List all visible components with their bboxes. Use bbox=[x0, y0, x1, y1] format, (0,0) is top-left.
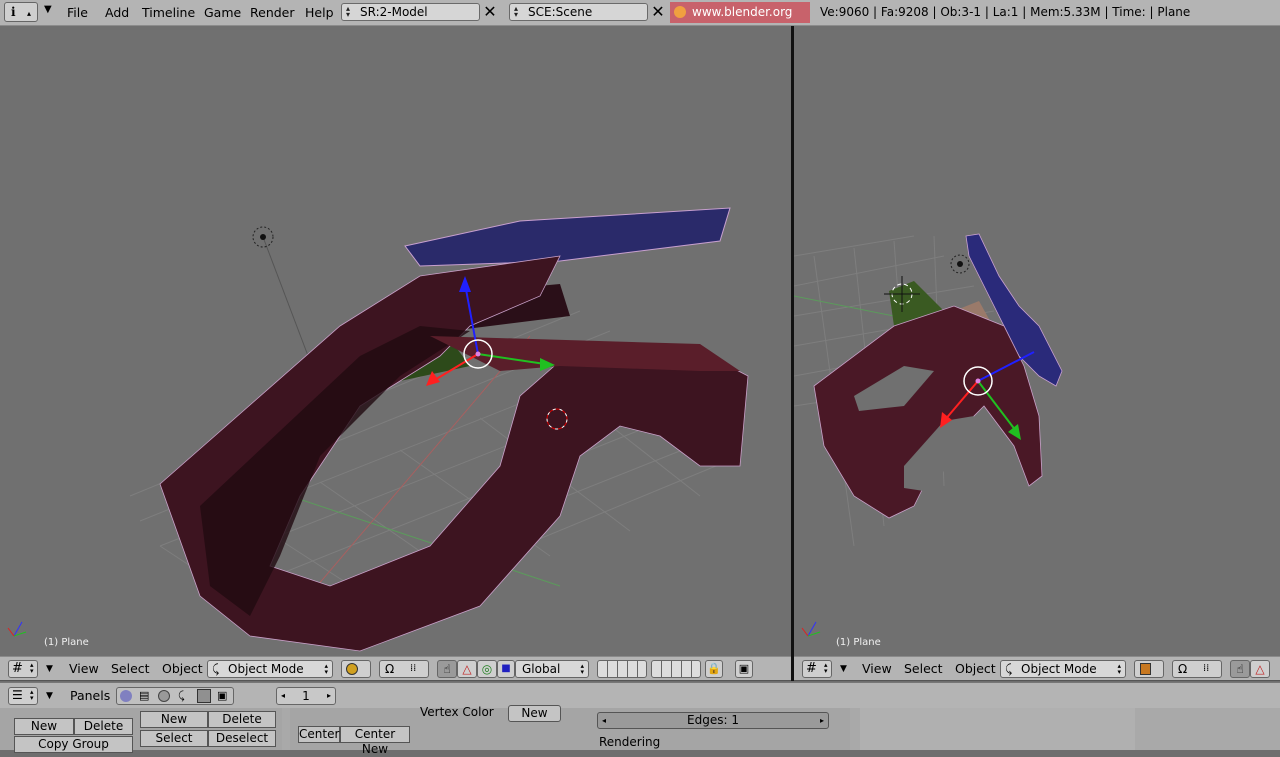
menu-view[interactable]: View bbox=[69, 657, 99, 681]
viewport-left-header: # ▴ ▾ ▼ View Select Object ⤹ Object Mode ▴… bbox=[0, 656, 791, 681]
blender-logo-icon bbox=[674, 6, 686, 18]
edges-field[interactable]: ◂ Edges: 1 ▸ bbox=[597, 712, 829, 729]
manipulator-toggle-hand-icon[interactable]: ☝ bbox=[437, 660, 457, 678]
object-mode-icon: ⤹ bbox=[212, 662, 220, 676]
editor-type-3d-view-icon[interactable]: # ▴ ▾ bbox=[8, 660, 38, 678]
select-button[interactable]: Select bbox=[140, 730, 208, 747]
menu-object[interactable]: Object bbox=[955, 657, 996, 681]
collapse-header-icon[interactable]: ▼ bbox=[46, 657, 53, 681]
pivot-icon: ⁞⁞ bbox=[410, 663, 417, 674]
viewport-left-scene bbox=[7, 207, 749, 652]
viewport-right-object-label: (1) Plane bbox=[836, 637, 881, 648]
menu-view[interactable]: View bbox=[862, 657, 892, 681]
script-context-icon: ▤ bbox=[139, 689, 150, 702]
logic-context-icon bbox=[120, 690, 132, 702]
center-button[interactable]: Center bbox=[298, 726, 340, 743]
menu-timeline[interactable]: Timeline bbox=[142, 0, 195, 25]
scene-selector[interactable]: ▴ ▾ SCE:Scene bbox=[509, 3, 648, 21]
blender-url-banner: www.blender.org 245 bbox=[670, 2, 810, 40]
delete-screen-button[interactable]: ✕ bbox=[481, 3, 499, 21]
vertex-color-new-button[interactable]: New bbox=[508, 705, 561, 722]
up-down-arrow-icon: ▴ ▾ bbox=[324, 662, 328, 676]
increment-arrow-icon: ▸ bbox=[326, 691, 331, 700]
pivot-selector[interactable]: Ω ⁞⁞ bbox=[379, 660, 429, 678]
up-down-arrow-icon: ▴ ▾ bbox=[514, 4, 519, 19]
scene-context-icon: ▣ bbox=[217, 689, 228, 702]
scene-stats: Ve:9060 | Fa:9208 | Ob:3-1 | La:1 | Mem:… bbox=[820, 5, 1191, 19]
viewport-left-object-label: (1) Plane bbox=[44, 637, 89, 648]
delete-button[interactable]: Delete bbox=[208, 711, 276, 728]
render-preview-icon[interactable]: ▣ bbox=[735, 660, 753, 678]
buttons-window-header: ☰ ▴ ▾ ▼ Panels ▤ ⤹ ▣ ◂ 1 ▸ bbox=[0, 682, 1280, 708]
screen-selector[interactable]: ▴ ▾ SR:2-Model bbox=[341, 3, 480, 21]
collapse-header-icon[interactable]: ▼ bbox=[46, 683, 53, 709]
menu-select[interactable]: Select bbox=[111, 657, 150, 681]
3d-viewport-right[interactable]: (1) Plane bbox=[794, 26, 1280, 656]
manipulator-toggle-hand-icon[interactable]: ☝ bbox=[1230, 660, 1250, 678]
viewport-right-scene bbox=[794, 233, 1063, 637]
solid-sphere-icon bbox=[346, 663, 358, 675]
vertex-color-label: Vertex Color bbox=[420, 705, 494, 719]
menu-object[interactable]: Object bbox=[162, 657, 203, 681]
up-down-arrow-icon: ▴ ▾ bbox=[580, 662, 584, 676]
editing-context-icon bbox=[197, 689, 211, 703]
context-buttons-group[interactable]: ▤ ⤹ ▣ bbox=[116, 687, 234, 705]
draw-type-selector[interactable] bbox=[341, 660, 371, 678]
pivot-selector[interactable]: Ω ⁞⁞ bbox=[1172, 660, 1222, 678]
translate-manipulator-icon[interactable]: △ bbox=[457, 660, 477, 678]
rotate-manipulator-icon[interactable]: ◎ bbox=[477, 660, 497, 678]
editor-type-buttons-icon[interactable]: ☰ ▴ ▾ bbox=[8, 687, 38, 705]
up-down-arrow-icon: ▴ ▾ bbox=[346, 4, 351, 19]
viewport-right-header: # ▴ ▾ ▼ View Select Object ⤹ Object Mode ▴… bbox=[794, 656, 1280, 681]
layer-buttons-group-1[interactable] bbox=[597, 660, 647, 678]
menu-help[interactable]: Help bbox=[305, 0, 334, 25]
decrement-arrow-icon: ◂ bbox=[602, 716, 607, 725]
object-context-icon: ⤹ bbox=[178, 689, 185, 702]
mode-selector[interactable]: ⤹ Object Mode ▴ ▾ bbox=[207, 660, 333, 678]
menu-render[interactable]: Render bbox=[250, 0, 295, 25]
draw-type-selector[interactable] bbox=[1134, 660, 1164, 678]
frame-number-field[interactable]: ◂ 1 ▸ bbox=[276, 687, 336, 705]
magnet-icon: Ω bbox=[385, 662, 395, 676]
editor-type-3d-view-icon[interactable]: # ▴ ▾ bbox=[802, 660, 832, 678]
magnet-icon: Ω bbox=[1178, 662, 1188, 676]
panel-right bbox=[860, 708, 1135, 750]
scale-manipulator-icon[interactable]: ■ bbox=[497, 660, 515, 678]
new-group-button[interactable]: New bbox=[14, 718, 74, 735]
menu-select[interactable]: Select bbox=[904, 657, 943, 681]
translate-manipulator-icon[interactable]: △ bbox=[1250, 660, 1270, 678]
panels-menu[interactable]: Panels bbox=[70, 683, 110, 709]
rendering-label: Rendering bbox=[599, 735, 661, 749]
object-mode-icon: ⤹ bbox=[1005, 662, 1013, 676]
textured-cube-icon bbox=[1140, 663, 1151, 675]
layer-buttons-group-2[interactable] bbox=[651, 660, 701, 678]
orientation-selector[interactable]: Global ▴ ▾ bbox=[515, 660, 589, 678]
lamp-line bbox=[262, 236, 311, 362]
buttons-window: New Delete Copy Group New Delete Select … bbox=[0, 705, 1280, 756]
delete-group-button[interactable]: Delete bbox=[74, 718, 133, 735]
mode-selector[interactable]: ⤹ Object Mode ▴ ▾ bbox=[1000, 660, 1126, 678]
copy-group-button[interactable]: Copy Group bbox=[14, 736, 133, 753]
top-menu-bar: i▴▾ ▼ File Add Timeline Game Render Help… bbox=[0, 0, 1280, 40]
deselect-button[interactable]: Deselect bbox=[208, 730, 276, 747]
collapse-menu-icon[interactable]: ▼ bbox=[44, 4, 52, 15]
new-button[interactable]: New bbox=[140, 711, 208, 728]
shading-context-icon bbox=[158, 690, 170, 702]
menu-add[interactable]: Add bbox=[105, 0, 129, 25]
axis-orientation-icon bbox=[7, 621, 27, 637]
menu-file[interactable]: File bbox=[67, 0, 88, 25]
collapse-header-icon[interactable]: ▼ bbox=[840, 657, 847, 681]
pivot-icon: ⁞⁞ bbox=[1203, 663, 1210, 674]
3d-viewport-left[interactable]: (1) Plane bbox=[0, 26, 791, 656]
center-new-button[interactable]: Center New bbox=[340, 726, 410, 756]
delete-scene-button[interactable]: ✕ bbox=[649, 3, 667, 21]
info-icon[interactable]: i▴▾ bbox=[4, 2, 38, 36]
mesh-blue-part[interactable] bbox=[404, 207, 731, 267]
increment-arrow-icon: ▸ bbox=[819, 716, 824, 725]
menu-game[interactable]: Game bbox=[204, 0, 241, 25]
up-down-arrow-icon: ▴ ▾ bbox=[1117, 662, 1121, 676]
decrement-arrow-icon: ◂ bbox=[281, 691, 286, 700]
lock-layers-icon[interactable]: 🔒 bbox=[705, 660, 723, 678]
axis-orientation-icon bbox=[801, 621, 821, 637]
